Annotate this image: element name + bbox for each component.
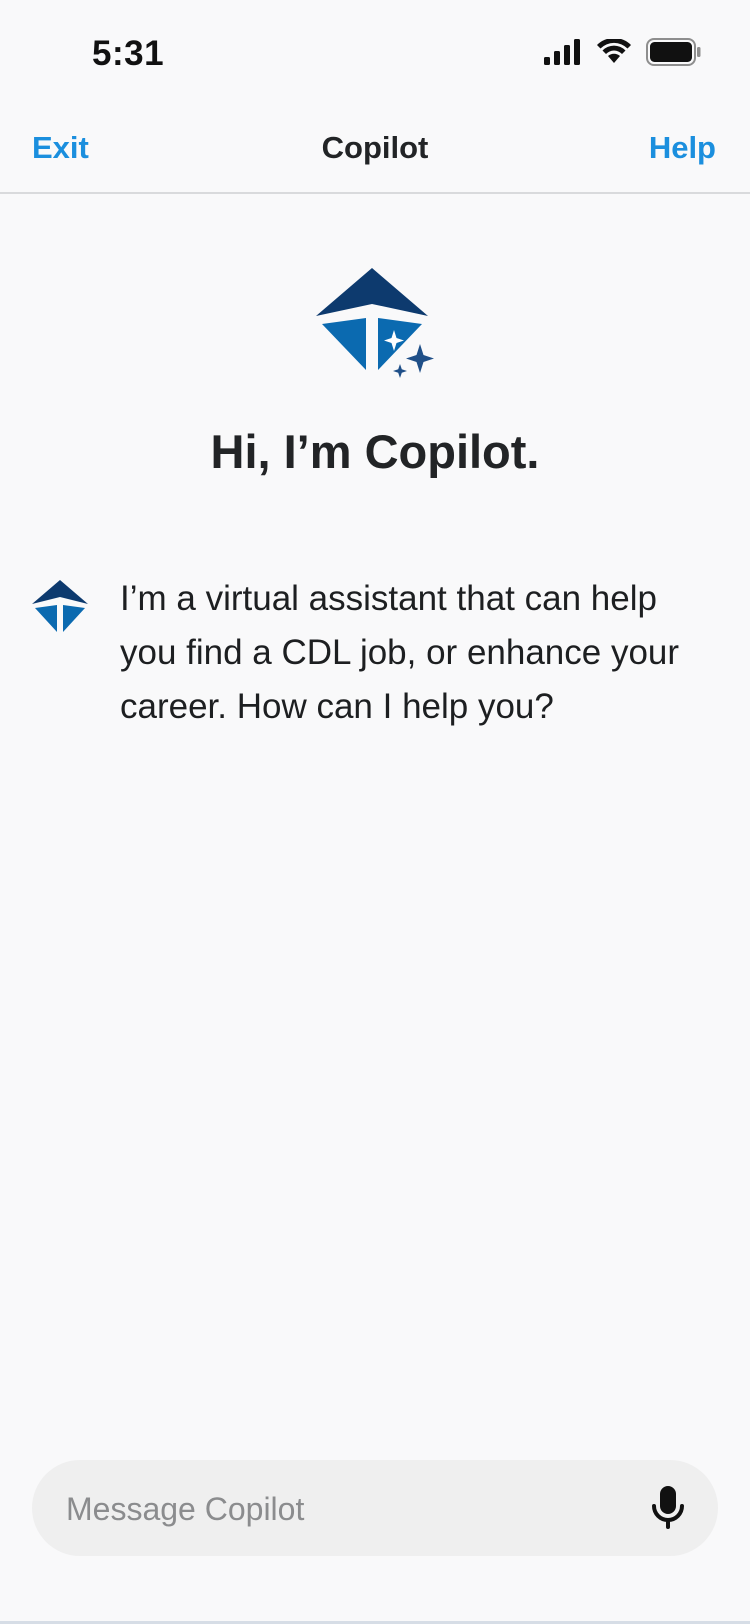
- status-icons: [544, 37, 702, 71]
- page-title: Copilot: [321, 130, 429, 165]
- copilot-logo-icon: [316, 268, 440, 380]
- cellular-signal-icon: [544, 39, 582, 70]
- message-input[interactable]: [64, 1460, 628, 1558]
- copilot-screen: 5:31 Exit Copilot Help Hi, I’m Copilot. …: [0, 0, 750, 1624]
- copilot-avatar-icon: [30, 578, 90, 634]
- status-time: 5:31: [92, 34, 165, 73]
- status-bar: 5:31: [0, 0, 750, 100]
- message-composer: [32, 1460, 718, 1558]
- nav-bar: Exit Copilot Help: [0, 108, 750, 194]
- hero-title: Hi, I’m Copilot.: [210, 425, 540, 478]
- help-button[interactable]: Help: [649, 130, 716, 166]
- bot-message: I’m a virtual assistant that can help yo…: [120, 579, 680, 726]
- microphone-icon[interactable]: [644, 1484, 692, 1532]
- battery-icon: [646, 38, 702, 71]
- wifi-icon: [596, 37, 632, 70]
